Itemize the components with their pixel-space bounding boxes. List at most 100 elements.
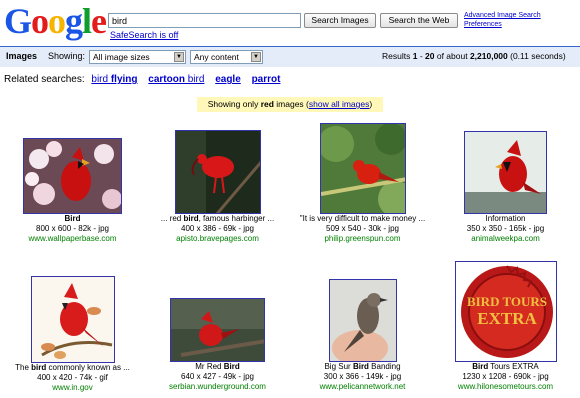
- caption-bold: Bird: [223, 362, 240, 371]
- result-meta: 640 x 427 - 49k - jpg: [181, 372, 254, 381]
- advanced-image-search-link[interactable]: Advanced Image Search: [464, 12, 541, 20]
- related-link-parrot[interactable]: parrot: [252, 74, 281, 85]
- result-url: philip.greenspun.com: [324, 234, 401, 243]
- result-thumbnail[interactable]: BIRD TOURS EXTRA: [454, 261, 557, 362]
- caption-bold: Bird: [472, 362, 489, 371]
- results-dash: -: [417, 51, 426, 61]
- show-all-images-link[interactable]: show all images: [309, 99, 369, 109]
- related-link-cartoon-bird[interactable]: cartoon bird: [148, 74, 204, 85]
- logo-letter-o2: o: [48, 1, 66, 41]
- result-thumbnail[interactable]: [30, 276, 115, 363]
- notice-prefix: Showing only: [207, 99, 261, 109]
- logo-letter-g2: g: [65, 1, 83, 41]
- chevron-down-icon[interactable]: ▼: [174, 52, 184, 62]
- caption-text: Banding: [368, 362, 401, 371]
- result-url: www.in.gov: [52, 383, 93, 392]
- related-bold: flying: [110, 74, 138, 85]
- result-meta: 1230 x 1208 - 690k - jpg: [462, 372, 549, 381]
- result-thumbnail[interactable]: [319, 123, 406, 214]
- results-time: (0.11 seconds): [507, 51, 566, 61]
- results-count: Results 1 - 20 of about 2,210,000 (0.11 …: [382, 51, 566, 61]
- result-caption[interactable]: Big Sur Bird Banding: [290, 362, 435, 372]
- related-bold: cartoon: [148, 74, 185, 85]
- caption-text: Tours EXTRA: [488, 362, 539, 371]
- result-cell: Bird 800 x 600 - 82k - jpg www.wallpaper…: [0, 138, 145, 244]
- google-logo[interactable]: Google: [4, 0, 107, 41]
- result-cell: The bird commonly known as ... 400 x 420…: [0, 276, 145, 393]
- logo-letter-g: G: [4, 1, 32, 41]
- result-url: serbian.wunderground.com: [169, 382, 266, 391]
- chevron-down-icon[interactable]: ▼: [251, 52, 261, 62]
- search-images-button[interactable]: Search Images: [304, 13, 376, 28]
- result-url: www.wallpaperbase.com: [28, 234, 117, 243]
- result-caption[interactable]: Information: [433, 214, 578, 224]
- caption-bold: Bird: [64, 214, 81, 223]
- seal-line2: EXTRA: [477, 309, 537, 328]
- caption-text: The: [15, 363, 32, 372]
- safesearch-link[interactable]: SafeSearch is off: [110, 30, 178, 40]
- result-caption[interactable]: The bird commonly known as ...: [0, 363, 145, 373]
- image-size-select[interactable]: All image sizes ▼: [89, 50, 186, 64]
- caption-text: Mr Red: [195, 362, 224, 371]
- caption-bold: bird: [183, 214, 199, 223]
- result-caption[interactable]: Mr Red Bird: [145, 362, 290, 372]
- result-thumbnail[interactable]: [328, 279, 397, 362]
- results-total: 2,210,000: [469, 51, 508, 61]
- result-thumbnail[interactable]: [464, 131, 547, 214]
- related-text: bird: [184, 74, 205, 85]
- caption-text: ... red: [160, 214, 184, 223]
- result-meta: 800 x 600 - 82k - jpg: [36, 224, 109, 233]
- image-size-value: All image sizes: [93, 52, 150, 62]
- result-thumbnail[interactable]: [170, 298, 265, 362]
- caption-bold: bird: [31, 363, 47, 372]
- result-thumbnail[interactable]: [174, 130, 261, 214]
- caption-text: , famous harbinger ...: [198, 214, 275, 223]
- caption-bold: Bird: [352, 362, 369, 371]
- results-bar: Images Showing: All image sizes ▼ Any co…: [0, 46, 580, 67]
- color-filter-notice: Showing only red images (show all images…: [197, 97, 383, 112]
- seal-line1: BIRD TOURS: [466, 294, 546, 309]
- result-meta: 400 x 420 - 74k - gif: [37, 373, 108, 382]
- result-cell: "It is very difficult to make money ... …: [290, 123, 435, 244]
- result-url: www.pelicannetwork.net: [319, 382, 406, 391]
- result-cell: Information 350 x 350 - 165k - jpg anima…: [433, 131, 578, 244]
- notice-middle: images (: [273, 99, 309, 109]
- caption-text: commonly known as ...: [46, 363, 130, 372]
- result-caption[interactable]: Bird: [0, 214, 145, 224]
- results-middle: of about: [434, 51, 470, 61]
- related-link-bird-flying[interactable]: bird flying: [91, 74, 137, 85]
- result-url: animalweekpa.com: [471, 234, 540, 243]
- section-title: Images: [6, 51, 38, 61]
- result-meta: 400 x 386 - 69k - jpg: [181, 224, 254, 233]
- result-url: www.hilonesometours.com: [457, 382, 554, 391]
- related-searches: Related searches: bird flying cartoon bi…: [4, 74, 284, 85]
- caption-text: "It is very difficult to make money ...: [299, 214, 426, 223]
- preferences-link[interactable]: Preferences: [464, 21, 502, 28]
- result-thumbnail[interactable]: [23, 138, 122, 214]
- result-caption[interactable]: ... red bird, famous harbinger ...: [145, 214, 290, 224]
- results-prefix: Results: [382, 51, 413, 61]
- content-select[interactable]: Any content ▼: [190, 50, 263, 64]
- caption-text: Information: [485, 214, 526, 223]
- notice-suffix: ): [369, 99, 373, 109]
- result-caption[interactable]: Bird Tours EXTRA: [433, 362, 578, 372]
- result-url: apisto.bravepages.com: [176, 234, 259, 243]
- search-input[interactable]: [108, 13, 301, 28]
- logo-letter-l: l: [82, 1, 92, 41]
- result-meta: 509 x 540 - 30k - jpg: [326, 224, 399, 233]
- result-caption[interactable]: "It is very difficult to make money ...: [290, 214, 435, 224]
- related-link-eagle[interactable]: eagle: [215, 74, 241, 85]
- result-meta: 300 x 366 - 149k - jpg: [323, 372, 402, 381]
- related-text: bird: [91, 74, 111, 85]
- search-web-button[interactable]: Search the Web: [380, 13, 458, 28]
- result-cell: BIRD TOURS EXTRA Bird Tours EXTRA 1230 x…: [433, 261, 578, 392]
- related-label: Related searches:: [4, 74, 85, 85]
- content-value: Any content: [194, 52, 239, 62]
- result-cell: Big Sur Bird Banding 300 x 366 - 149k - …: [290, 279, 435, 392]
- related-bold: eagle: [215, 74, 241, 85]
- related-bold: parrot: [251, 74, 281, 85]
- result-cell: Mr Red Bird 640 x 427 - 49k - jpg serbia…: [145, 298, 290, 392]
- showing-label: Showing:: [48, 51, 86, 61]
- logo-letter-o1: o: [31, 1, 49, 41]
- caption-text: Big Sur: [324, 362, 353, 371]
